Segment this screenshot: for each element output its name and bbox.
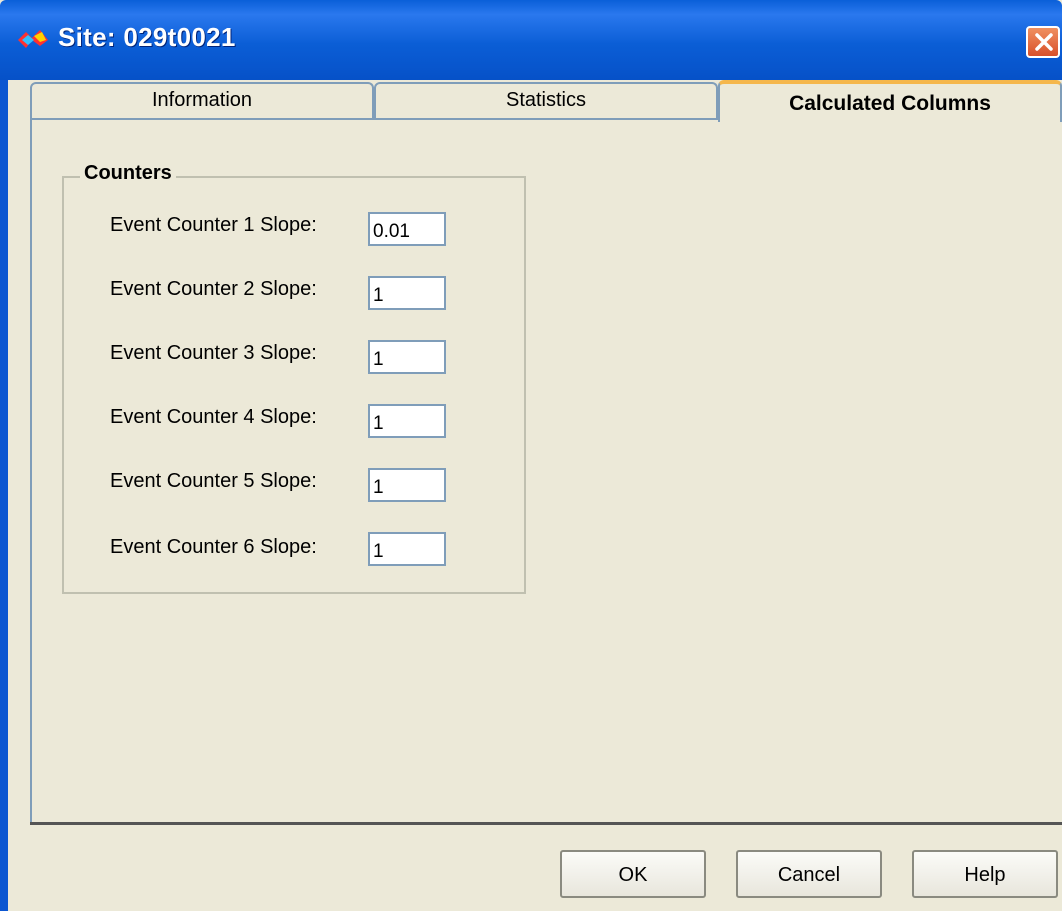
- title-bar[interactable]: Site: 029t0021: [0, 0, 1062, 80]
- event-counter-3-label: Event Counter 3 Slope:: [110, 342, 317, 364]
- ok-button[interactable]: OK: [560, 850, 706, 898]
- event-counter-2-input[interactable]: [368, 276, 446, 310]
- tab-calculated-columns[interactable]: Calculated Columns: [718, 80, 1062, 122]
- window-title: Site: 029t0021: [58, 22, 236, 52]
- help-button[interactable]: Help: [912, 850, 1058, 898]
- site-app-icon: [16, 26, 50, 52]
- counters-group: [62, 176, 526, 594]
- window-frame: [0, 80, 8, 911]
- counters-legend: Counters: [80, 162, 176, 185]
- site-dialog: Site: 029t0021 Information Statistics Ca…: [0, 0, 1062, 911]
- tab-label: Statistics: [505, 89, 587, 111]
- event-counter-1-input[interactable]: [368, 212, 446, 246]
- close-icon: [1035, 33, 1053, 51]
- event-counter-5-label: Event Counter 5 Slope:: [110, 470, 317, 492]
- tab-label: Information: [151, 89, 253, 111]
- event-counter-4-input[interactable]: [368, 404, 446, 438]
- event-counter-3-input[interactable]: [368, 340, 446, 374]
- event-counter-6-input[interactable]: [368, 532, 446, 566]
- tab-information[interactable]: Information: [30, 82, 374, 118]
- event-counter-5-input[interactable]: [368, 468, 446, 502]
- tab-label: Calculated Columns: [789, 92, 991, 115]
- panel-divider: [30, 822, 1062, 825]
- cancel-button[interactable]: Cancel: [736, 850, 882, 898]
- event-counter-6-label: Event Counter 6 Slope:: [110, 536, 317, 558]
- tab-statistics[interactable]: Statistics: [374, 82, 718, 118]
- close-button[interactable]: [1026, 26, 1060, 58]
- event-counter-1-label: Event Counter 1 Slope:: [110, 214, 317, 236]
- event-counter-2-label: Event Counter 2 Slope:: [110, 278, 317, 300]
- event-counter-4-label: Event Counter 4 Slope:: [110, 406, 317, 428]
